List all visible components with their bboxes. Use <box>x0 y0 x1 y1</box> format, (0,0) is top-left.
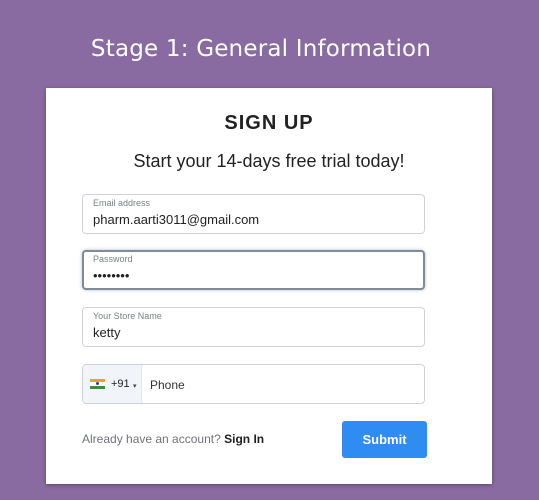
signup-card: SIGN UP Start your 14-days free trial to… <box>46 88 492 484</box>
password-input[interactable]: •••••••• <box>93 268 413 283</box>
country-code-select[interactable]: +91 ▾ <box>83 365 142 403</box>
submit-button[interactable]: Submit <box>342 421 427 458</box>
account-prompt-text: Already have an account? <box>82 432 225 446</box>
india-flag-icon <box>90 379 105 389</box>
chevron-down-icon: ▾ <box>133 383 137 390</box>
phone-input[interactable] <box>150 378 410 392</box>
dial-code: +91 <box>111 378 130 390</box>
store-name-field[interactable]: Your Store Name ketty <box>82 307 425 347</box>
email-field[interactable]: Email address pharm.aarti3011@gmail.com <box>82 194 425 234</box>
sign-in-link[interactable]: Sign In <box>224 432 264 446</box>
password-field[interactable]: Password •••••••• <box>82 250 425 290</box>
phone-field[interactable]: +91 ▾ <box>82 364 425 404</box>
stage-title: Stage 1: General Information <box>90 36 432 62</box>
email-input[interactable]: pharm.aarti3011@gmail.com <box>93 212 413 227</box>
password-label: Password <box>93 254 133 264</box>
form-title: SIGN UP <box>224 112 314 134</box>
email-label: Email address <box>93 198 151 208</box>
store-name-label: Your Store Name <box>93 311 162 321</box>
form-subtitle: Start your 14-days free trial today! <box>133 151 405 171</box>
account-prompt: Already have an account? Sign In <box>82 432 264 446</box>
store-name-input[interactable]: ketty <box>93 325 413 340</box>
